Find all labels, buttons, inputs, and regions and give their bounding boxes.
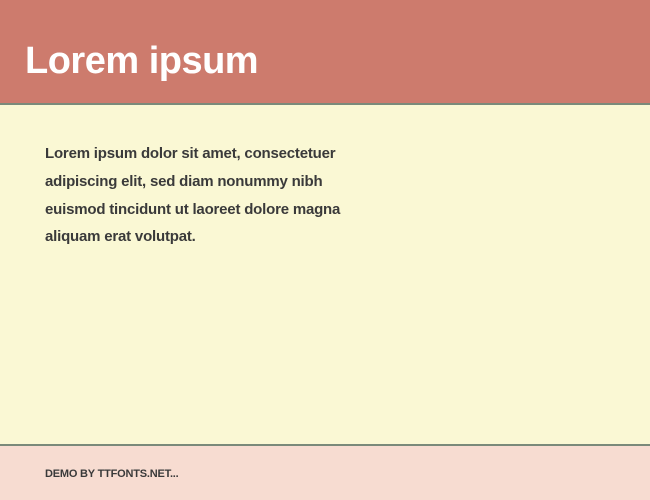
body-paragraph: Lorem ipsum dolor sit amet, consectetuer… bbox=[45, 140, 385, 251]
header-banner: Lorem ipsum bbox=[0, 0, 650, 105]
page-title: Lorem ipsum bbox=[25, 40, 625, 83]
footer-bar: DEMO BY TTFONTS.NET... bbox=[0, 446, 650, 500]
footer-text: DEMO BY TTFONTS.NET... bbox=[45, 468, 179, 480]
content-area: Lorem ipsum dolor sit amet, consectetuer… bbox=[0, 105, 650, 446]
